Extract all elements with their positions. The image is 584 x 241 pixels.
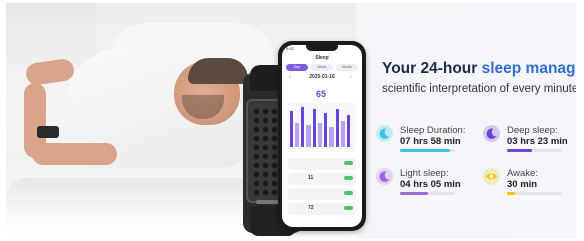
moon-icon <box>483 125 500 142</box>
progress-bar <box>400 192 428 195</box>
phone-screen-title: Sleep <box>315 55 329 61</box>
list-item: 11 <box>288 173 356 185</box>
progress-bar <box>400 149 450 152</box>
phone-stats-list: 11 72 <box>288 158 356 218</box>
eye-icon <box>483 168 500 185</box>
chevron-right-icon[interactable]: › <box>350 74 352 80</box>
list-item <box>288 188 356 200</box>
subheadline: scientific interpretation of every minut… <box>382 83 576 95</box>
moon-icon <box>376 125 393 142</box>
wrist-band-small <box>37 126 59 138</box>
progress-bar <box>507 192 516 195</box>
phone-time: 9:42 <box>286 46 294 51</box>
progress-bar <box>507 149 532 152</box>
tab-day[interactable]: Day <box>286 64 308 71</box>
sleep-banner: 9:42 Sleep Day Week Month ‹ 2025-01-16 ›… <box>6 3 576 239</box>
tab-week[interactable]: Week <box>311 64 333 71</box>
headline-accent: sleep manager <box>481 60 576 77</box>
list-item <box>288 158 356 170</box>
headline: Your 24-hour sleep manager, <box>382 60 576 78</box>
phone-tabs: Day Week Month <box>286 64 358 71</box>
tab-month[interactable]: Month <box>336 64 358 71</box>
list-item: 72 <box>288 203 356 215</box>
phone-sleep-score: 65 <box>316 89 327 99</box>
phone-sleep-chart <box>288 103 356 151</box>
moon-icon <box>376 168 393 185</box>
